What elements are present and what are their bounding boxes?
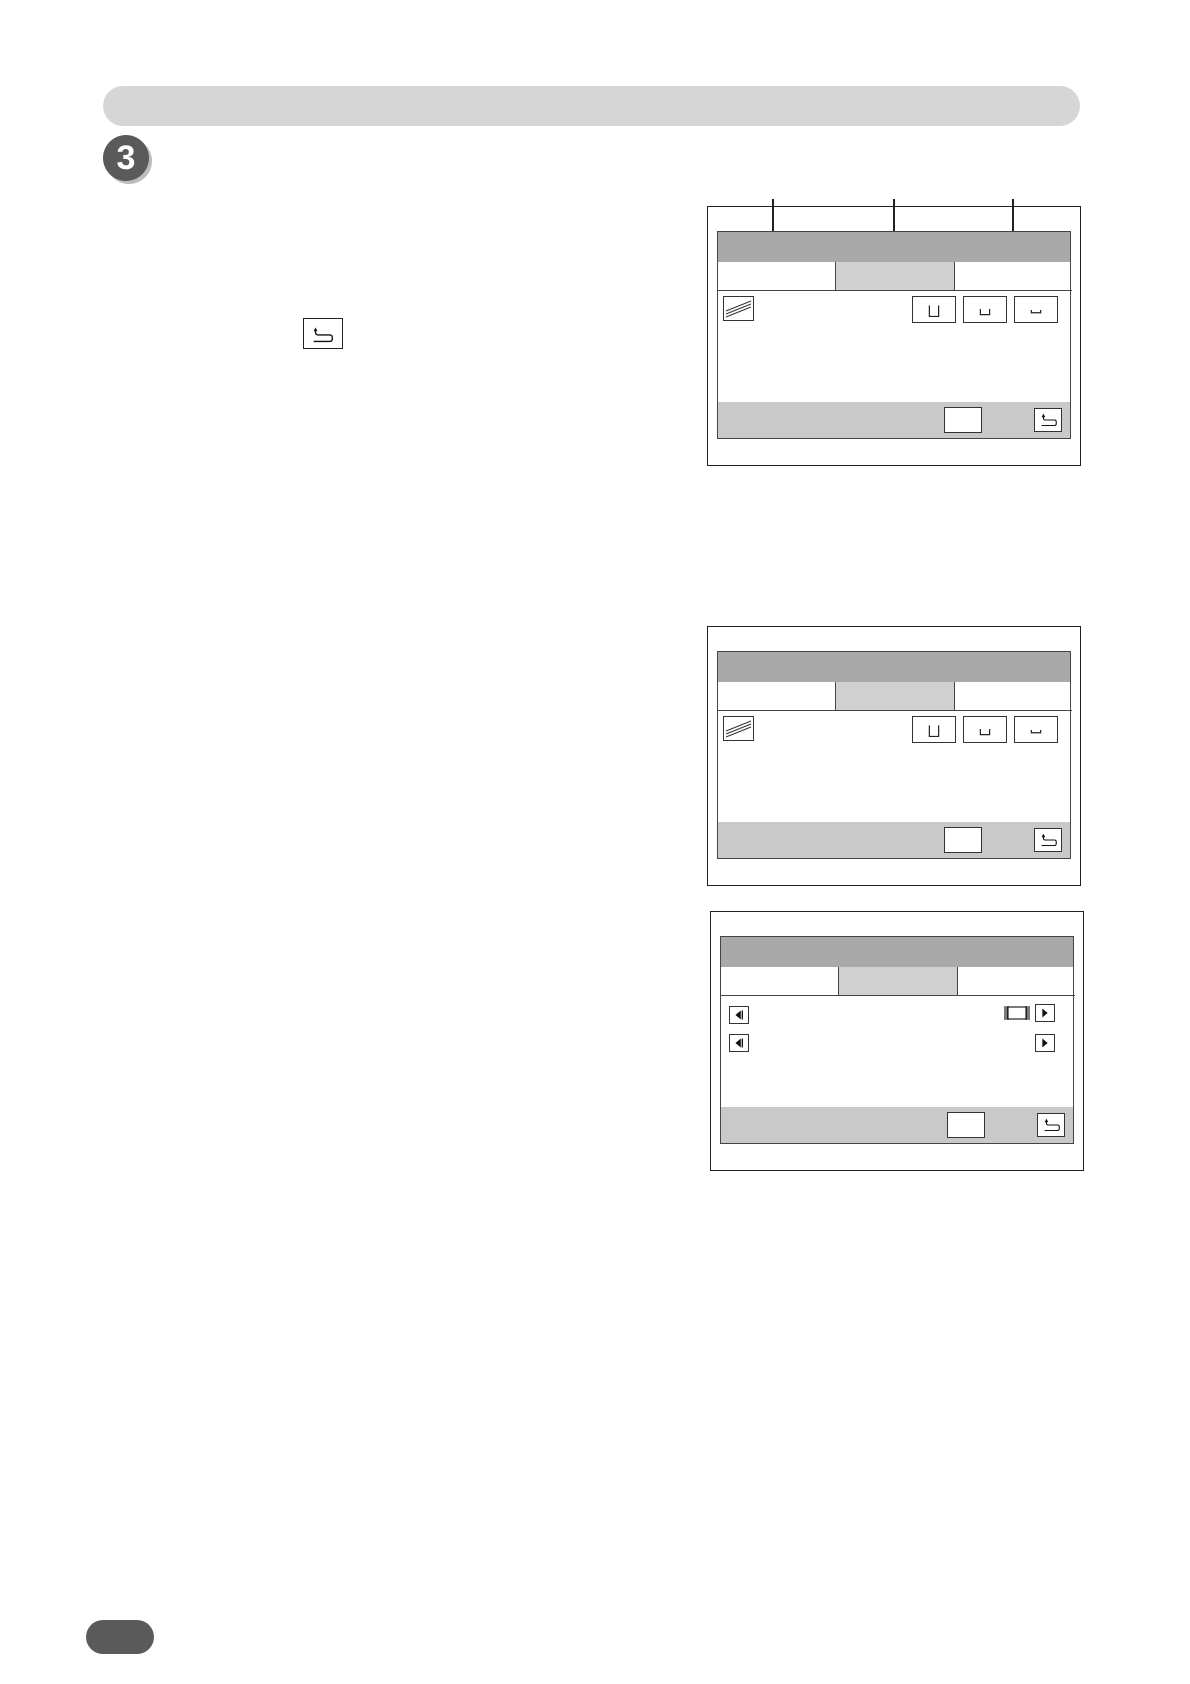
content-area — [718, 711, 1070, 824]
ok-button[interactable] — [944, 407, 982, 433]
bottom-bar — [721, 1107, 1073, 1143]
increase-button-row-1[interactable] — [1035, 1004, 1055, 1022]
bottom-bar — [718, 822, 1070, 858]
tray-button-3[interactable] — [1014, 716, 1058, 743]
tray-button-3[interactable] — [1014, 296, 1058, 323]
return-arrow-icon — [1044, 1118, 1060, 1132]
binding-icon — [1004, 1006, 1030, 1020]
section-header-bar — [103, 86, 1080, 126]
tab-1[interactable] — [718, 682, 836, 711]
panel-screen — [717, 651, 1072, 859]
tray-icon — [928, 305, 940, 318]
screen-figure-3 — [710, 911, 1084, 1171]
tray-icon — [928, 725, 940, 738]
tray-icon — [979, 309, 991, 316]
tray-button-1[interactable] — [912, 716, 956, 743]
decrease-button-row-2[interactable] — [729, 1034, 749, 1052]
tray-icon — [979, 729, 991, 736]
paper-stack-icon — [723, 716, 754, 741]
panel-screen — [720, 936, 1075, 1144]
tab-3[interactable] — [955, 262, 1072, 291]
tray-icon — [1030, 729, 1042, 734]
tray-icon — [1030, 309, 1042, 314]
tab-1[interactable] — [721, 967, 839, 996]
page-number-tab — [86, 1620, 154, 1654]
title-bar — [721, 937, 1073, 967]
bottom-bar — [718, 402, 1070, 438]
return-arrow-icon — [1041, 413, 1057, 427]
content-area — [721, 996, 1073, 1109]
tab-3[interactable] — [955, 682, 1072, 711]
screen-figure-2 — [707, 626, 1081, 886]
tray-button-1[interactable] — [912, 296, 956, 323]
back-button[interactable] — [1034, 408, 1062, 432]
content-area — [718, 291, 1070, 404]
tab-2-selected[interactable] — [836, 682, 955, 711]
back-button[interactable] — [1034, 828, 1062, 852]
panel-screen — [717, 231, 1072, 439]
tab-3[interactable] — [958, 967, 1075, 996]
tab-2-selected[interactable] — [836, 262, 955, 291]
title-bar — [718, 652, 1070, 682]
decrease-button-row-1[interactable] — [729, 1006, 749, 1024]
tab-2-selected[interactable] — [839, 967, 958, 996]
step-number-badge: 3 — [103, 135, 149, 181]
back-button-icon-inline — [303, 318, 343, 349]
tray-button-2[interactable] — [963, 296, 1007, 323]
increase-button-row-2[interactable] — [1035, 1034, 1055, 1052]
paper-stack-icon — [723, 296, 754, 321]
ok-button[interactable] — [944, 827, 982, 853]
tray-button-2[interactable] — [963, 716, 1007, 743]
ok-button[interactable] — [947, 1112, 985, 1138]
back-button[interactable] — [1037, 1113, 1065, 1137]
return-arrow-icon — [1041, 833, 1057, 847]
left-arrow-icon — [735, 1038, 743, 1048]
return-arrow-icon — [313, 327, 334, 343]
tab-1[interactable] — [718, 262, 836, 291]
left-arrow-icon — [735, 1010, 743, 1020]
screen-figure-1 — [707, 199, 1081, 466]
title-bar — [718, 232, 1070, 262]
right-arrow-icon — [1042, 1008, 1048, 1018]
right-arrow-icon — [1042, 1038, 1048, 1048]
